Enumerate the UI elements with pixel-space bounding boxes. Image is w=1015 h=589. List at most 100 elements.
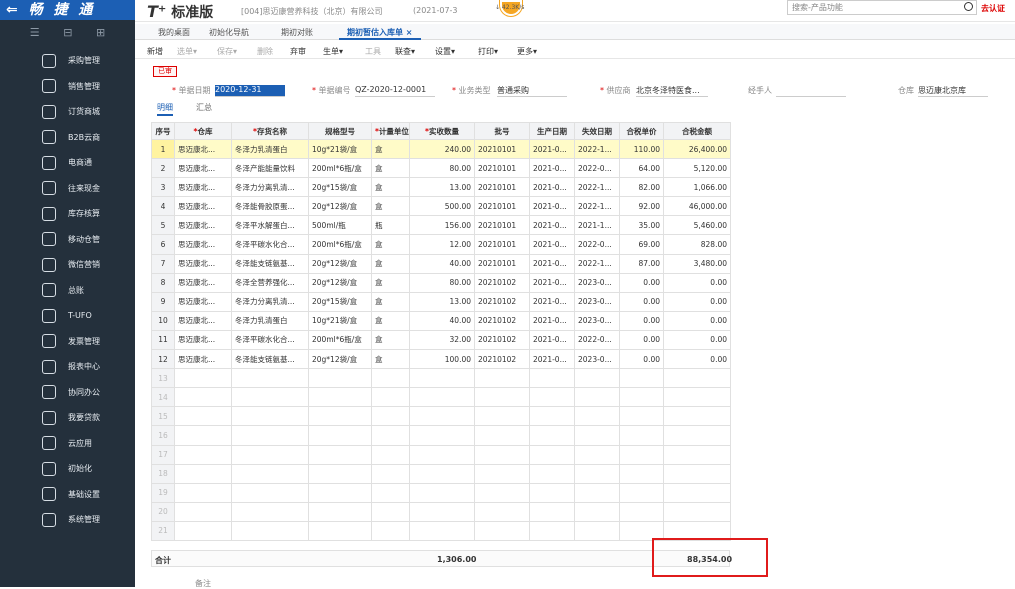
grid-cell[interactable]: [663, 482, 731, 503]
grid-cell[interactable]: 20210102: [474, 349, 530, 370]
grid-cell[interactable]: 46,000.00: [663, 196, 731, 217]
grid-cell[interactable]: 0.00: [663, 349, 731, 370]
grid-cell[interactable]: 20210101: [474, 253, 530, 274]
sidebar-item-13[interactable]: 报表中心: [0, 354, 135, 380]
grid-cell[interactable]: [619, 444, 664, 465]
table-row[interactable]: 5 思迈康北... 冬泽平水解蛋白... 500ml/瓶瓶 156.00 20210101…: [151, 215, 731, 236]
toolbar-button-3[interactable]: 保存▾: [217, 46, 237, 57]
grid-cell[interactable]: 冬泽产能能量饮料: [231, 158, 309, 179]
grid-cell[interactable]: 盒: [371, 329, 410, 351]
sidebar-item-15[interactable]: 我要贷款: [0, 405, 135, 431]
grid-cell[interactable]: 20210101: [474, 158, 530, 179]
grid-cell[interactable]: [574, 482, 620, 503]
table-row[interactable]: 7 思迈康北... 冬泽能支链氨基... 20g*12袋/盒盒 40.00 2021010…: [151, 253, 731, 274]
grid-column-header[interactable]: 合税单价: [619, 122, 664, 140]
grid-cell[interactable]: 20210102: [474, 329, 530, 351]
grid-cell[interactable]: 2021-0...: [529, 196, 575, 217]
handler-field[interactable]: [776, 85, 846, 97]
sidebar-item-10[interactable]: 总账: [0, 278, 135, 304]
grid-cell[interactable]: 盒: [371, 196, 410, 217]
grid-cell[interactable]: [371, 463, 410, 484]
grid-column-header[interactable]: 合税金额: [663, 122, 731, 140]
code-field[interactable]: QZ-2020-12-0001: [355, 85, 435, 97]
grid-cell[interactable]: 0.00: [619, 272, 664, 293]
search-input[interactable]: 搜索-产品功能: [787, 0, 977, 15]
grid-cell[interactable]: [619, 501, 664, 522]
grid-cell[interactable]: 26,400.00: [663, 138, 731, 160]
grid-cell[interactable]: 2022-1...: [574, 177, 620, 198]
grid-cell[interactable]: [308, 406, 372, 427]
grid-cell[interactable]: 87.00: [619, 253, 664, 274]
toolbar-button-1[interactable]: 新增: [147, 46, 163, 57]
grid-cell[interactable]: 32.00: [409, 329, 475, 351]
grid-cell[interactable]: 20g*12袋/盒: [308, 349, 372, 370]
grid-cell[interactable]: [663, 501, 731, 522]
grid-cell[interactable]: 82.00: [619, 177, 664, 198]
grid-cell[interactable]: 思迈康北...: [174, 215, 232, 236]
grid-cell[interactable]: 5,460.00: [663, 215, 731, 236]
grid-cell[interactable]: 10g*21袋/盒: [308, 310, 372, 331]
grid-cell[interactable]: 500.00: [409, 196, 475, 217]
grid-cell[interactable]: [409, 368, 475, 389]
grid-cell[interactable]: [308, 463, 372, 484]
grid-cell[interactable]: 冬泽能支链氨基...: [231, 349, 309, 370]
grid-cell[interactable]: 2023-0...: [574, 349, 620, 370]
grid-cell[interactable]: 2022-0...: [574, 329, 620, 351]
sidebar-item-16[interactable]: 云应用: [0, 431, 135, 457]
grid-cell[interactable]: 500ml/瓶: [308, 215, 372, 236]
grid-cell[interactable]: 冬泽平水解蛋白...: [231, 215, 309, 236]
grid-cell[interactable]: [663, 368, 731, 389]
grid-cell[interactable]: 思迈康北...: [174, 272, 232, 293]
grid-cell[interactable]: 2021-0...: [529, 272, 575, 293]
grid-cell[interactable]: [409, 425, 475, 446]
grid-cell[interactable]: [371, 406, 410, 427]
sidebar-item-11[interactable]: T-UFO: [0, 303, 135, 329]
grid-cell[interactable]: 40.00: [409, 310, 475, 331]
grid-cell[interactable]: 冬泽能骨胶原蛋...: [231, 196, 309, 217]
grid-cell[interactable]: [574, 444, 620, 465]
grid-column-header[interactable]: *存货名称: [231, 122, 309, 140]
grid-cell[interactable]: 冬泽力分离乳清...: [231, 291, 309, 312]
sidebar-item-12[interactable]: 发票管理: [0, 329, 135, 355]
sidebar-item-18[interactable]: 基础设置: [0, 482, 135, 508]
grid-cell[interactable]: [231, 520, 309, 541]
grid-column-header[interactable]: 生产日期: [529, 122, 575, 140]
grid-cell[interactable]: [619, 406, 664, 427]
grid-cell[interactable]: [574, 406, 620, 427]
grid-cell[interactable]: [474, 368, 530, 389]
grid-cell[interactable]: 3,480.00: [663, 253, 731, 274]
table-row[interactable]: 14: [151, 387, 731, 408]
grid-cell[interactable]: [371, 520, 410, 541]
grid-cell[interactable]: [308, 444, 372, 465]
company-name[interactable]: [004]思迈康营养科技（北京）有限公司: [241, 6, 383, 17]
grid-cell[interactable]: 思迈康北...: [174, 138, 232, 160]
grid-cell[interactable]: [174, 482, 232, 503]
grid-column-header[interactable]: *计量单位: [371, 122, 410, 140]
table-row[interactable]: 4 思迈康北... 冬泽能骨胶原蛋... 20g*12袋/盒盒 500.00 202101…: [151, 196, 731, 217]
grid-cell[interactable]: [231, 463, 309, 484]
grid-cell[interactable]: 20210102: [474, 272, 530, 293]
toolbar-button-7[interactable]: 工具: [365, 46, 381, 57]
grid-cell[interactable]: [231, 387, 309, 408]
supplier-field[interactable]: 北京冬泽特医食...: [636, 85, 708, 97]
grid-cell[interactable]: 2022-0...: [574, 234, 620, 255]
grid-cell[interactable]: 110.00: [619, 138, 664, 160]
grid-cell[interactable]: 盒: [371, 291, 410, 312]
grid-cell[interactable]: 0.00: [663, 291, 731, 312]
grid-cell[interactable]: 思迈康北...: [174, 234, 232, 255]
grid-cell[interactable]: 2022-1...: [574, 253, 620, 274]
grid-cell[interactable]: 80.00: [409, 158, 475, 179]
grid-cell[interactable]: 156.00: [409, 215, 475, 236]
grid-cell[interactable]: [474, 406, 530, 427]
grid-cell[interactable]: 盒: [371, 158, 410, 179]
sidebar-item-5[interactable]: 电商通: [0, 150, 135, 176]
type-field[interactable]: 普通采购: [497, 85, 567, 97]
grid-cell[interactable]: 0.00: [663, 329, 731, 351]
grid-cell[interactable]: 20210101: [474, 234, 530, 255]
grid-cell[interactable]: [574, 520, 620, 541]
grid-cell[interactable]: [474, 444, 530, 465]
grid-cell[interactable]: 20g*15袋/盒: [308, 177, 372, 198]
table-row[interactable]: 6 思迈康北... 冬泽平碳水化合... 200ml*6瓶/盒盒 12.00 202101…: [151, 234, 731, 255]
grid-cell[interactable]: 盒: [371, 234, 410, 255]
grid-cell[interactable]: [371, 444, 410, 465]
